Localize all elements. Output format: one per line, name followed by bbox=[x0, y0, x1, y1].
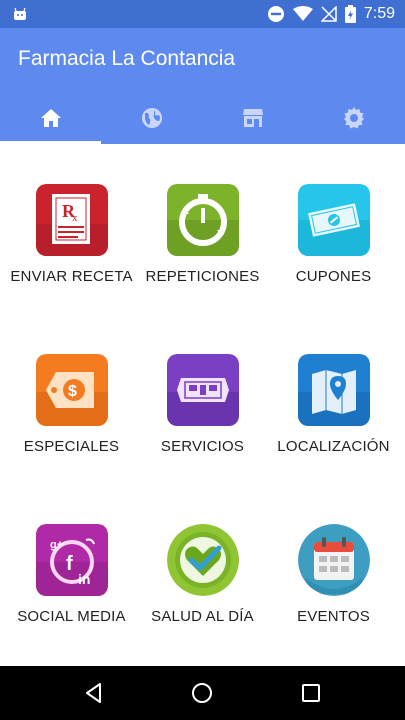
heart-check-icon bbox=[167, 524, 239, 596]
menu-item-label: SALUD AL DÍA bbox=[151, 608, 254, 625]
svg-text:in: in bbox=[78, 571, 90, 587]
menu-item-servicios[interactable]: SERVICIOS bbox=[135, 314, 270, 484]
services-icon bbox=[167, 354, 239, 426]
home-circle-icon[interactable] bbox=[190, 681, 214, 705]
menu-item-label: SOCIAL MEDIA bbox=[17, 608, 126, 625]
menu-item-label: REPETICIONES bbox=[145, 268, 260, 285]
menu-item-label: LOCALIZACIÓN bbox=[277, 438, 390, 455]
tab-globe[interactable] bbox=[101, 92, 202, 144]
gear-icon bbox=[344, 107, 365, 129]
price-tag-icon: $ bbox=[36, 354, 108, 426]
do-not-disturb-icon bbox=[267, 6, 284, 22]
home-icon bbox=[40, 109, 61, 127]
menu-item-label: CUPONES bbox=[295, 268, 372, 285]
tab-store[interactable] bbox=[203, 92, 304, 144]
menu-item-especiales[interactable]: $ ESPECIALES bbox=[4, 314, 139, 484]
no-signal-icon bbox=[320, 6, 337, 22]
tab-settings[interactable] bbox=[304, 92, 405, 144]
system-nav-bar bbox=[0, 666, 405, 720]
tab-home[interactable] bbox=[0, 92, 102, 144]
coupon-icon bbox=[298, 184, 370, 256]
map-pin-icon bbox=[298, 354, 370, 426]
menu-item-salud-al-dia[interactable]: SALUD AL DÍA bbox=[135, 484, 270, 654]
prescription-icon: R x bbox=[36, 184, 108, 256]
social-media-icon: g+ f in bbox=[36, 524, 108, 596]
wifi-icon bbox=[292, 6, 313, 21]
globe-icon bbox=[141, 108, 162, 128]
svg-text:g+: g+ bbox=[50, 539, 63, 551]
menu-item-repeticiones[interactable]: REPETICIONES bbox=[135, 144, 270, 314]
svg-text:$: $ bbox=[68, 383, 77, 400]
calendar-icon bbox=[298, 524, 370, 596]
battery-charging-icon bbox=[344, 5, 356, 23]
refill-timer-icon bbox=[167, 184, 239, 256]
menu-item-label: ESPECIALES bbox=[23, 438, 120, 455]
menu-item-social-media[interactable]: g+ f in SOCIAL MEDIA bbox=[4, 484, 139, 654]
menu-item-localizacion[interactable]: LOCALIZACIÓN bbox=[266, 314, 401, 484]
screen: 7:59 Farmacia La Contancia R x ENVIAR RE… bbox=[0, 0, 405, 720]
clock: 7:59 bbox=[363, 5, 395, 22]
menu-item-label: SERVICIOS bbox=[160, 438, 245, 455]
android-icon bbox=[14, 7, 26, 20]
menu-item-eventos[interactable]: EVENTOS bbox=[266, 484, 401, 654]
status-bar: 7:59 bbox=[0, 0, 405, 28]
recents-icon[interactable] bbox=[299, 681, 323, 705]
menu-item-enviar-receta[interactable]: R x ENVIAR RECETA bbox=[4, 144, 139, 314]
svg-text:f: f bbox=[66, 553, 73, 575]
back-icon[interactable] bbox=[82, 681, 106, 705]
store-icon bbox=[243, 109, 264, 127]
app-bar: Farmacia La Contancia bbox=[0, 28, 405, 144]
tab-bar bbox=[0, 92, 405, 144]
menu-item-label: EVENTOS bbox=[297, 608, 370, 625]
svg-text:x: x bbox=[72, 212, 78, 224]
menu-item-cupones[interactable]: CUPONES bbox=[266, 144, 401, 314]
app-title: Farmacia La Contancia bbox=[18, 47, 236, 70]
feature-grid: R x ENVIAR RECETA REPETICIONES CUPONES $… bbox=[0, 144, 405, 666]
menu-item-label: ENVIAR RECETA bbox=[10, 268, 133, 285]
